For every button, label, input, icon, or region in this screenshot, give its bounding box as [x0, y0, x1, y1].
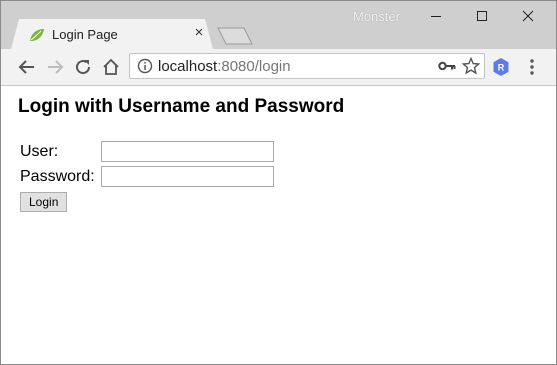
tab-title: Login Page: [52, 27, 118, 42]
info-icon[interactable]: [137, 58, 153, 74]
close-window-button[interactable]: [505, 1, 551, 31]
minimize-button[interactable]: [413, 1, 459, 31]
title-bar: Login Page × Monster: [1, 1, 556, 49]
page-content: Login with Username and Password User: P…: [1, 86, 556, 364]
forward-button[interactable]: [45, 57, 65, 77]
back-arrow-icon: [18, 60, 34, 74]
page-title: Login with Username and Password: [18, 96, 345, 117]
browser-window: Login Page × Monster localhost:8080/logi…: [0, 0, 557, 365]
password-input[interactable]: [101, 166, 274, 187]
address-bar[interactable]: localhost:8080/login: [129, 53, 485, 79]
tab-close-icon[interactable]: ×: [191, 25, 207, 41]
home-button[interactable]: [101, 57, 121, 77]
username-input[interactable]: [101, 141, 274, 162]
extension-letter: R: [498, 63, 505, 73]
url-text[interactable]: localhost:8080/login: [158, 58, 291, 75]
maximize-icon: [477, 11, 487, 21]
star-icon[interactable]: [462, 57, 480, 75]
spring-leaf-icon: [30, 29, 44, 41]
back-button[interactable]: [17, 57, 37, 77]
url-path: :8080/login: [217, 58, 291, 75]
reload-button[interactable]: [73, 57, 93, 77]
minimize-icon: [431, 16, 441, 17]
user-label: User:: [20, 143, 59, 160]
login-button[interactable]: Login: [20, 192, 68, 212]
home-icon: [103, 58, 119, 75]
key-icon[interactable]: [438, 60, 456, 72]
extension-icon[interactable]: R: [492, 57, 510, 77]
reload-icon: [76, 60, 91, 75]
browser-toolbar: localhost:8080/login R: [1, 49, 556, 86]
maximize-button[interactable]: [459, 1, 505, 31]
url-host: localhost: [158, 58, 218, 75]
profile-name[interactable]: Monster: [353, 9, 400, 24]
kebab-menu-icon[interactable]: [527, 57, 537, 77]
forward-arrow-icon: [48, 60, 64, 74]
password-label: Password:: [20, 168, 95, 185]
new-tab-button[interactable]: [217, 27, 253, 45]
close-icon: [522, 10, 534, 22]
